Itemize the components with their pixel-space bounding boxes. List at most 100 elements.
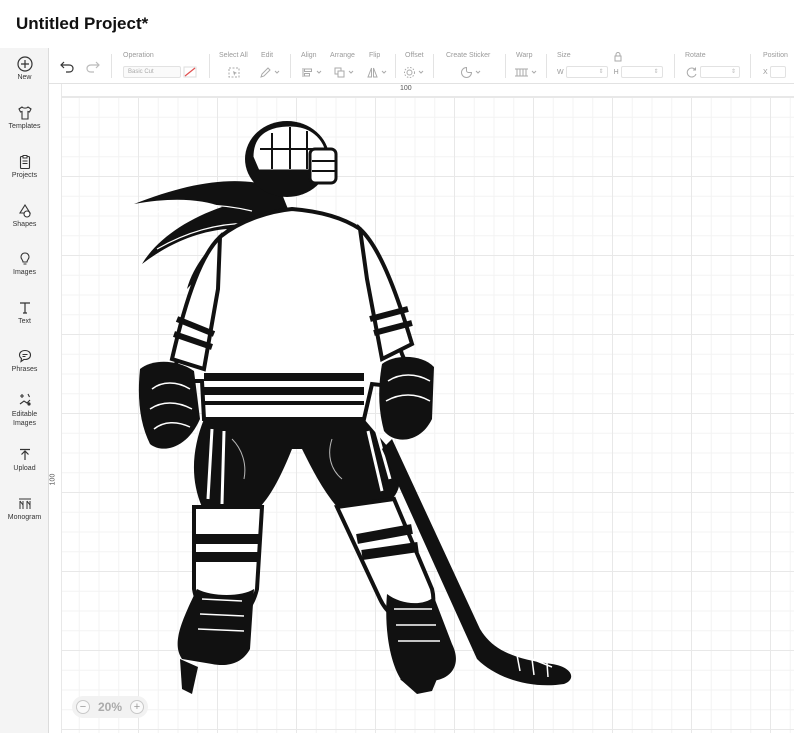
clipboard-icon [19, 155, 30, 170]
offset-label: Offset [405, 52, 424, 59]
operation-controls: Basic Cut [123, 65, 197, 79]
sidebar-item-label: Text [18, 318, 31, 325]
position-controls: X [763, 65, 786, 79]
pencil-icon [260, 66, 271, 78]
flip-icon [367, 67, 378, 77]
top-ruler: 100 [60, 84, 794, 97]
speech-bubble-icon [18, 349, 31, 363]
sidebar-item-templates[interactable]: Templates [0, 105, 49, 130]
chevron-down-icon [475, 70, 481, 74]
position-x-label: X [763, 68, 768, 76]
shapes-icon [18, 203, 31, 218]
sidebar-item-monogram[interactable]: Monogram [0, 496, 49, 521]
left-sidebar: New Templates Projects Shapes Images Tex… [0, 48, 49, 733]
sidebar-item-label: New [17, 74, 32, 81]
rotate-field[interactable]: ⇕ [700, 66, 740, 78]
rotate-icon[interactable] [685, 66, 698, 79]
toolbar-divider [674, 54, 675, 78]
sidebar-item-label: Upload [13, 465, 36, 472]
sidebar-item-projects[interactable]: Projects [0, 154, 49, 179]
sidebar-item-label: Projects [11, 172, 38, 179]
operation-select[interactable]: Basic Cut [123, 66, 181, 78]
left-ruler: 100 [49, 84, 62, 733]
chevron-down-icon [316, 70, 322, 74]
position-label: Position [763, 52, 788, 59]
hockey-player-illustration[interactable] [132, 119, 582, 694]
select-all-icon [228, 67, 240, 77]
sidebar-item-label: Phrases [11, 366, 38, 373]
edit-toolbar: Operation Basic Cut Select All Edit Alig… [49, 48, 794, 84]
flip-label: Flip [369, 52, 381, 59]
offset-control [403, 65, 424, 79]
arrange-control [333, 65, 354, 79]
history-controls [59, 52, 105, 80]
height-label: H [613, 68, 619, 76]
arrange-label: Arrange [330, 52, 355, 59]
select-all-control [227, 65, 241, 79]
toolbar-divider [505, 54, 506, 78]
align-label: Align [301, 52, 317, 59]
toolbar-divider [546, 54, 547, 78]
edit-label: Edit [261, 52, 274, 59]
redo-icon[interactable] [85, 59, 101, 73]
chevron-down-icon [531, 70, 537, 74]
offset-icon [404, 66, 415, 78]
chevron-down-icon [348, 70, 354, 74]
edit-control [259, 65, 280, 79]
text-icon [19, 302, 30, 314]
toolbar-divider [209, 54, 210, 78]
align-control [301, 65, 322, 79]
sidebar-item-label: Templates [8, 123, 41, 130]
flip-control [366, 65, 387, 79]
zoom-level: 20% [97, 700, 123, 714]
sidebar-item-label: Shapes [12, 221, 37, 228]
sidebar-item-upload[interactable]: Upload [0, 447, 49, 472]
toolbar-divider [433, 54, 434, 78]
zoom-in-button[interactable]: + [130, 700, 144, 714]
rotate-controls: ⇕ [685, 65, 740, 79]
title-bar: Untitled Project* [0, 0, 794, 48]
lock-icon[interactable] [614, 52, 622, 62]
size-label: Size [557, 52, 571, 59]
operation-label: Operation [123, 52, 154, 59]
shirt-icon [17, 106, 32, 120]
zoom-out-button[interactable]: − [76, 700, 90, 714]
sidebar-item-images[interactable]: Images [0, 251, 49, 276]
sidebar-item-phrases[interactable]: Phrases [0, 348, 49, 373]
rotate-label: Rotate [685, 52, 706, 59]
ruler-mark: 100 [49, 473, 57, 486]
align-icon [302, 67, 312, 77]
position-x-field[interactable] [769, 66, 786, 78]
sidebar-item-text[interactable]: Text [0, 300, 49, 325]
design-canvas[interactable] [62, 97, 794, 733]
chevron-down-icon [381, 70, 387, 74]
warp-label: Warp [516, 52, 533, 59]
sidebar-item-new[interactable]: New [0, 56, 49, 81]
select-all-label: Select All [219, 52, 248, 59]
toolbar-divider [395, 54, 396, 78]
sticker-icon [461, 66, 473, 78]
edit-image-icon [19, 393, 31, 406]
warp-icon [515, 68, 528, 76]
size-controls: W ⇕ H ⇕ [557, 65, 663, 79]
project-title[interactable]: Untitled Project* [16, 14, 148, 34]
create-sticker-label: Create Sticker [446, 52, 491, 59]
sidebar-item-label: Monogram [7, 514, 42, 521]
arrange-icon [334, 67, 345, 77]
undo-icon[interactable] [59, 59, 75, 73]
color-swatch-icon[interactable] [183, 66, 197, 78]
toolbar-divider [750, 54, 751, 78]
plus-circle-icon [16, 56, 33, 72]
ruler-mark: 100 [400, 85, 412, 92]
lightbulb-icon [19, 252, 30, 265]
sidebar-item-editable-images[interactable]: Editable Images [0, 392, 49, 428]
height-field[interactable]: ⇕ [620, 66, 663, 78]
create-sticker-control [460, 65, 481, 79]
width-label: W [557, 68, 564, 76]
width-field[interactable]: ⇕ [565, 66, 608, 78]
chevron-down-icon [274, 70, 280, 74]
monogram-icon [18, 498, 31, 509]
upload-icon [19, 448, 30, 460]
toolbar-divider [111, 54, 112, 78]
sidebar-item-shapes[interactable]: Shapes [0, 203, 49, 228]
